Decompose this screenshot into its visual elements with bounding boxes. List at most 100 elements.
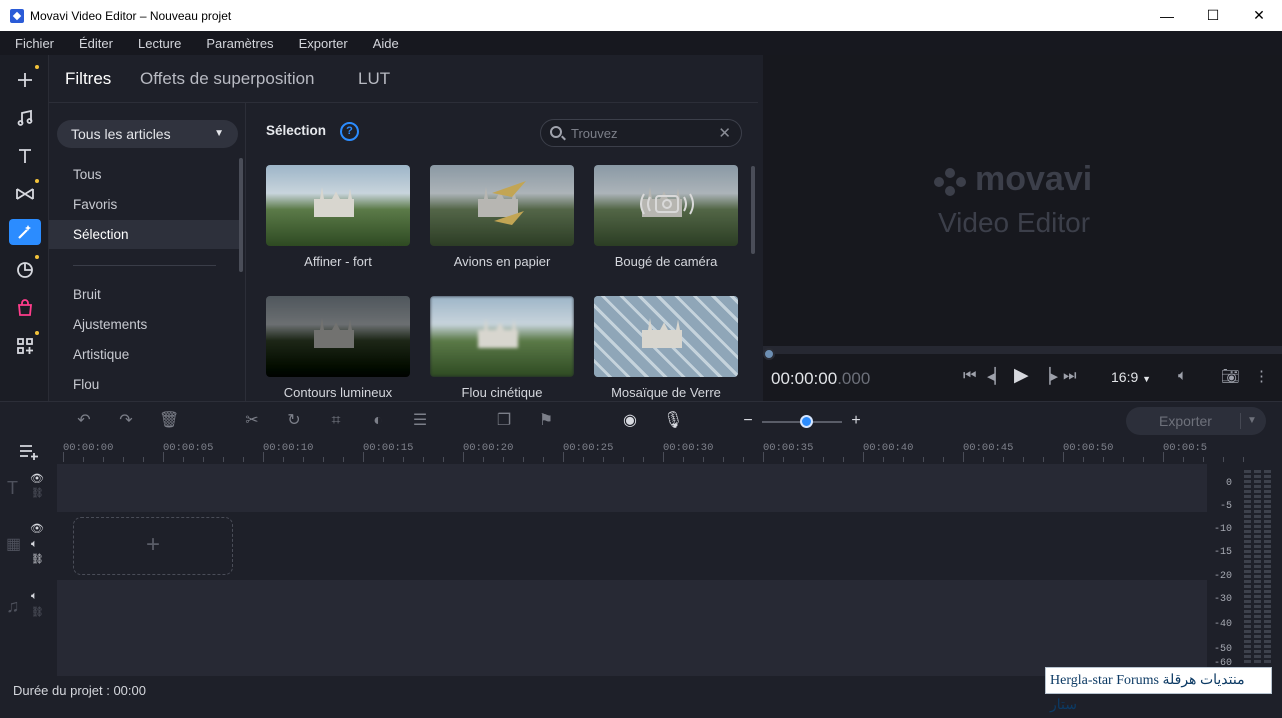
filter-thumbnail[interactable] [594, 165, 738, 246]
marker-flag-icon[interactable]: ⚑ [537, 412, 555, 430]
ruler-tick [523, 457, 524, 462]
db-label: -5 [1219, 501, 1232, 512]
ruler-tick [903, 457, 904, 462]
rotate-icon[interactable]: ↻ [285, 412, 303, 430]
unlink-icon[interactable]: ⛓ [31, 607, 44, 618]
category-all[interactable]: Tous [49, 160, 239, 189]
category-blur[interactable]: Flou [49, 370, 239, 399]
ruler-tick [183, 457, 184, 462]
text-track[interactable] [57, 464, 1207, 512]
volume-icon[interactable]: 🔈︎ [1178, 367, 1187, 384]
crop-icon[interactable]: ⌗ [327, 412, 345, 430]
menu-export[interactable]: Exporter [289, 36, 358, 51]
category-noise[interactable]: Bruit [49, 280, 239, 309]
category-favorites[interactable]: Favoris [49, 190, 239, 219]
filter-thumbnail[interactable] [266, 296, 410, 377]
speaker-icon[interactable]: 🔈︎ [31, 590, 38, 603]
zoom-out-icon[interactable]: − [739, 412, 757, 430]
filter-thumbnail[interactable] [266, 165, 410, 246]
export-button[interactable]: Exporter ▼ [1126, 407, 1266, 435]
transitions-button[interactable] [9, 179, 41, 207]
ruler-tick [323, 457, 324, 462]
eye-icon[interactable]: 👁︎ [30, 472, 44, 485]
close-button[interactable]: ✕ [1236, 0, 1282, 31]
cut-icon[interactable]: ✂ [243, 412, 261, 430]
timecode-main: 00:00:00 [771, 369, 838, 388]
add-media-button[interactable] [9, 65, 41, 93]
unlink-icon[interactable]: ⛓ [31, 554, 44, 565]
color-adjust-icon[interactable]: ◐ [369, 412, 387, 430]
tab-lut[interactable]: LUT [358, 69, 390, 89]
forum-watermark: Hergla-star Forums منتديات هرقلة ستار [1045, 667, 1272, 713]
seek-bar[interactable] [763, 346, 1282, 354]
ruler-tick [1163, 452, 1164, 462]
ruler-tick [723, 457, 724, 462]
filter-label: Affiner - fort [304, 254, 372, 269]
ruler-tick [1063, 452, 1064, 462]
titles-button[interactable] [9, 143, 41, 169]
unlink-icon[interactable]: ⛓ [31, 488, 44, 499]
category-adjustments[interactable]: Ajustements [49, 310, 239, 339]
music-button[interactable] [9, 105, 41, 131]
maximize-button[interactable]: ☐ [1190, 0, 1236, 31]
aspect-ratio-select[interactable]: 16:9 ▼ [1111, 369, 1151, 385]
menu-edit[interactable]: Éditer [69, 36, 123, 51]
overlay-icon[interactable]: ❐ [495, 412, 513, 430]
microphone-icon[interactable]: 🎙︎ [663, 412, 683, 430]
ruler-tick [923, 457, 924, 462]
minimize-button[interactable]: — [1144, 0, 1190, 31]
zoom-in-icon[interactable]: + [847, 412, 865, 430]
ruler-tick [643, 457, 644, 462]
menu-help[interactable]: Aide [363, 36, 409, 51]
menu-settings[interactable]: Paramètres [196, 36, 283, 51]
grid-scrollbar[interactable] [751, 166, 755, 254]
category-divider [73, 265, 216, 266]
filters-button[interactable] [9, 219, 41, 245]
snapshot-icon[interactable]: 📷︎ [1221, 367, 1240, 385]
magic-wand-icon [18, 225, 31, 239]
prev-frame-icon[interactable]: ◂▏ [987, 367, 1006, 385]
play-icon[interactable]: ▶ [1014, 364, 1029, 387]
add-track-icon[interactable] [19, 442, 41, 460]
redo-icon[interactable]: ↷ [117, 412, 135, 430]
ruler-tick [163, 452, 164, 462]
category-scrollbar[interactable] [239, 158, 243, 272]
filter-thumbnail[interactable] [430, 165, 574, 246]
stickers-button[interactable] [9, 255, 41, 283]
more-tools-button[interactable] [9, 331, 41, 359]
search-input[interactable]: Trouvez ✕ [540, 119, 742, 147]
settings-sliders-icon[interactable]: ☰ [411, 412, 429, 430]
store-button[interactable] [9, 295, 41, 321]
category-artistic[interactable]: Artistique [49, 340, 239, 369]
ruler-tick [763, 452, 764, 462]
help-icon[interactable]: ? [340, 122, 359, 141]
undo-icon[interactable]: ↶ [75, 412, 93, 430]
tab-overlays[interactable]: Offets de superposition [140, 69, 315, 89]
more-options-icon[interactable]: ⋮ [1254, 367, 1269, 385]
eye-icon[interactable]: 👁︎ [30, 522, 44, 535]
clear-search-icon[interactable]: ✕ [718, 124, 731, 142]
chevron-down-icon[interactable]: ▼ [1247, 407, 1257, 435]
category-selection[interactable]: Sélection [49, 220, 239, 249]
timeline-ruler[interactable]: 00:00:00 00:00:05 00:00:10 00:00:15 00:00:20… [0, 440, 1282, 464]
ruler-tick [1003, 457, 1004, 462]
tools-sidebar [0, 55, 49, 401]
webcam-icon[interactable]: ◉ [621, 412, 639, 430]
seek-handle[interactable] [763, 348, 775, 360]
menu-playback[interactable]: Lecture [128, 36, 191, 51]
speaker-icon[interactable]: 🔈︎ [31, 538, 38, 551]
filter-thumbnail[interactable] [430, 296, 574, 377]
skip-start-icon[interactable]: ⏮ [963, 367, 977, 384]
tab-filters[interactable]: Filtres [65, 69, 111, 89]
skip-end-icon[interactable]: ⏭ [1063, 367, 1077, 384]
next-frame-icon[interactable]: ▕▸ [1039, 367, 1058, 385]
ruler-time-label: 00:00:40 [863, 442, 914, 454]
filter-thumbnail[interactable] [594, 296, 738, 377]
audio-track[interactable] [57, 580, 1207, 676]
drop-media-zone[interactable]: + [73, 517, 233, 575]
ruler-tick [1183, 457, 1184, 462]
delete-icon[interactable]: 🗑︎ [159, 412, 179, 430]
category-dropdown[interactable]: Tous les articles ▼ [57, 120, 238, 148]
zoom-handle[interactable] [800, 415, 813, 428]
menu-file[interactable]: Fichier [5, 36, 64, 51]
